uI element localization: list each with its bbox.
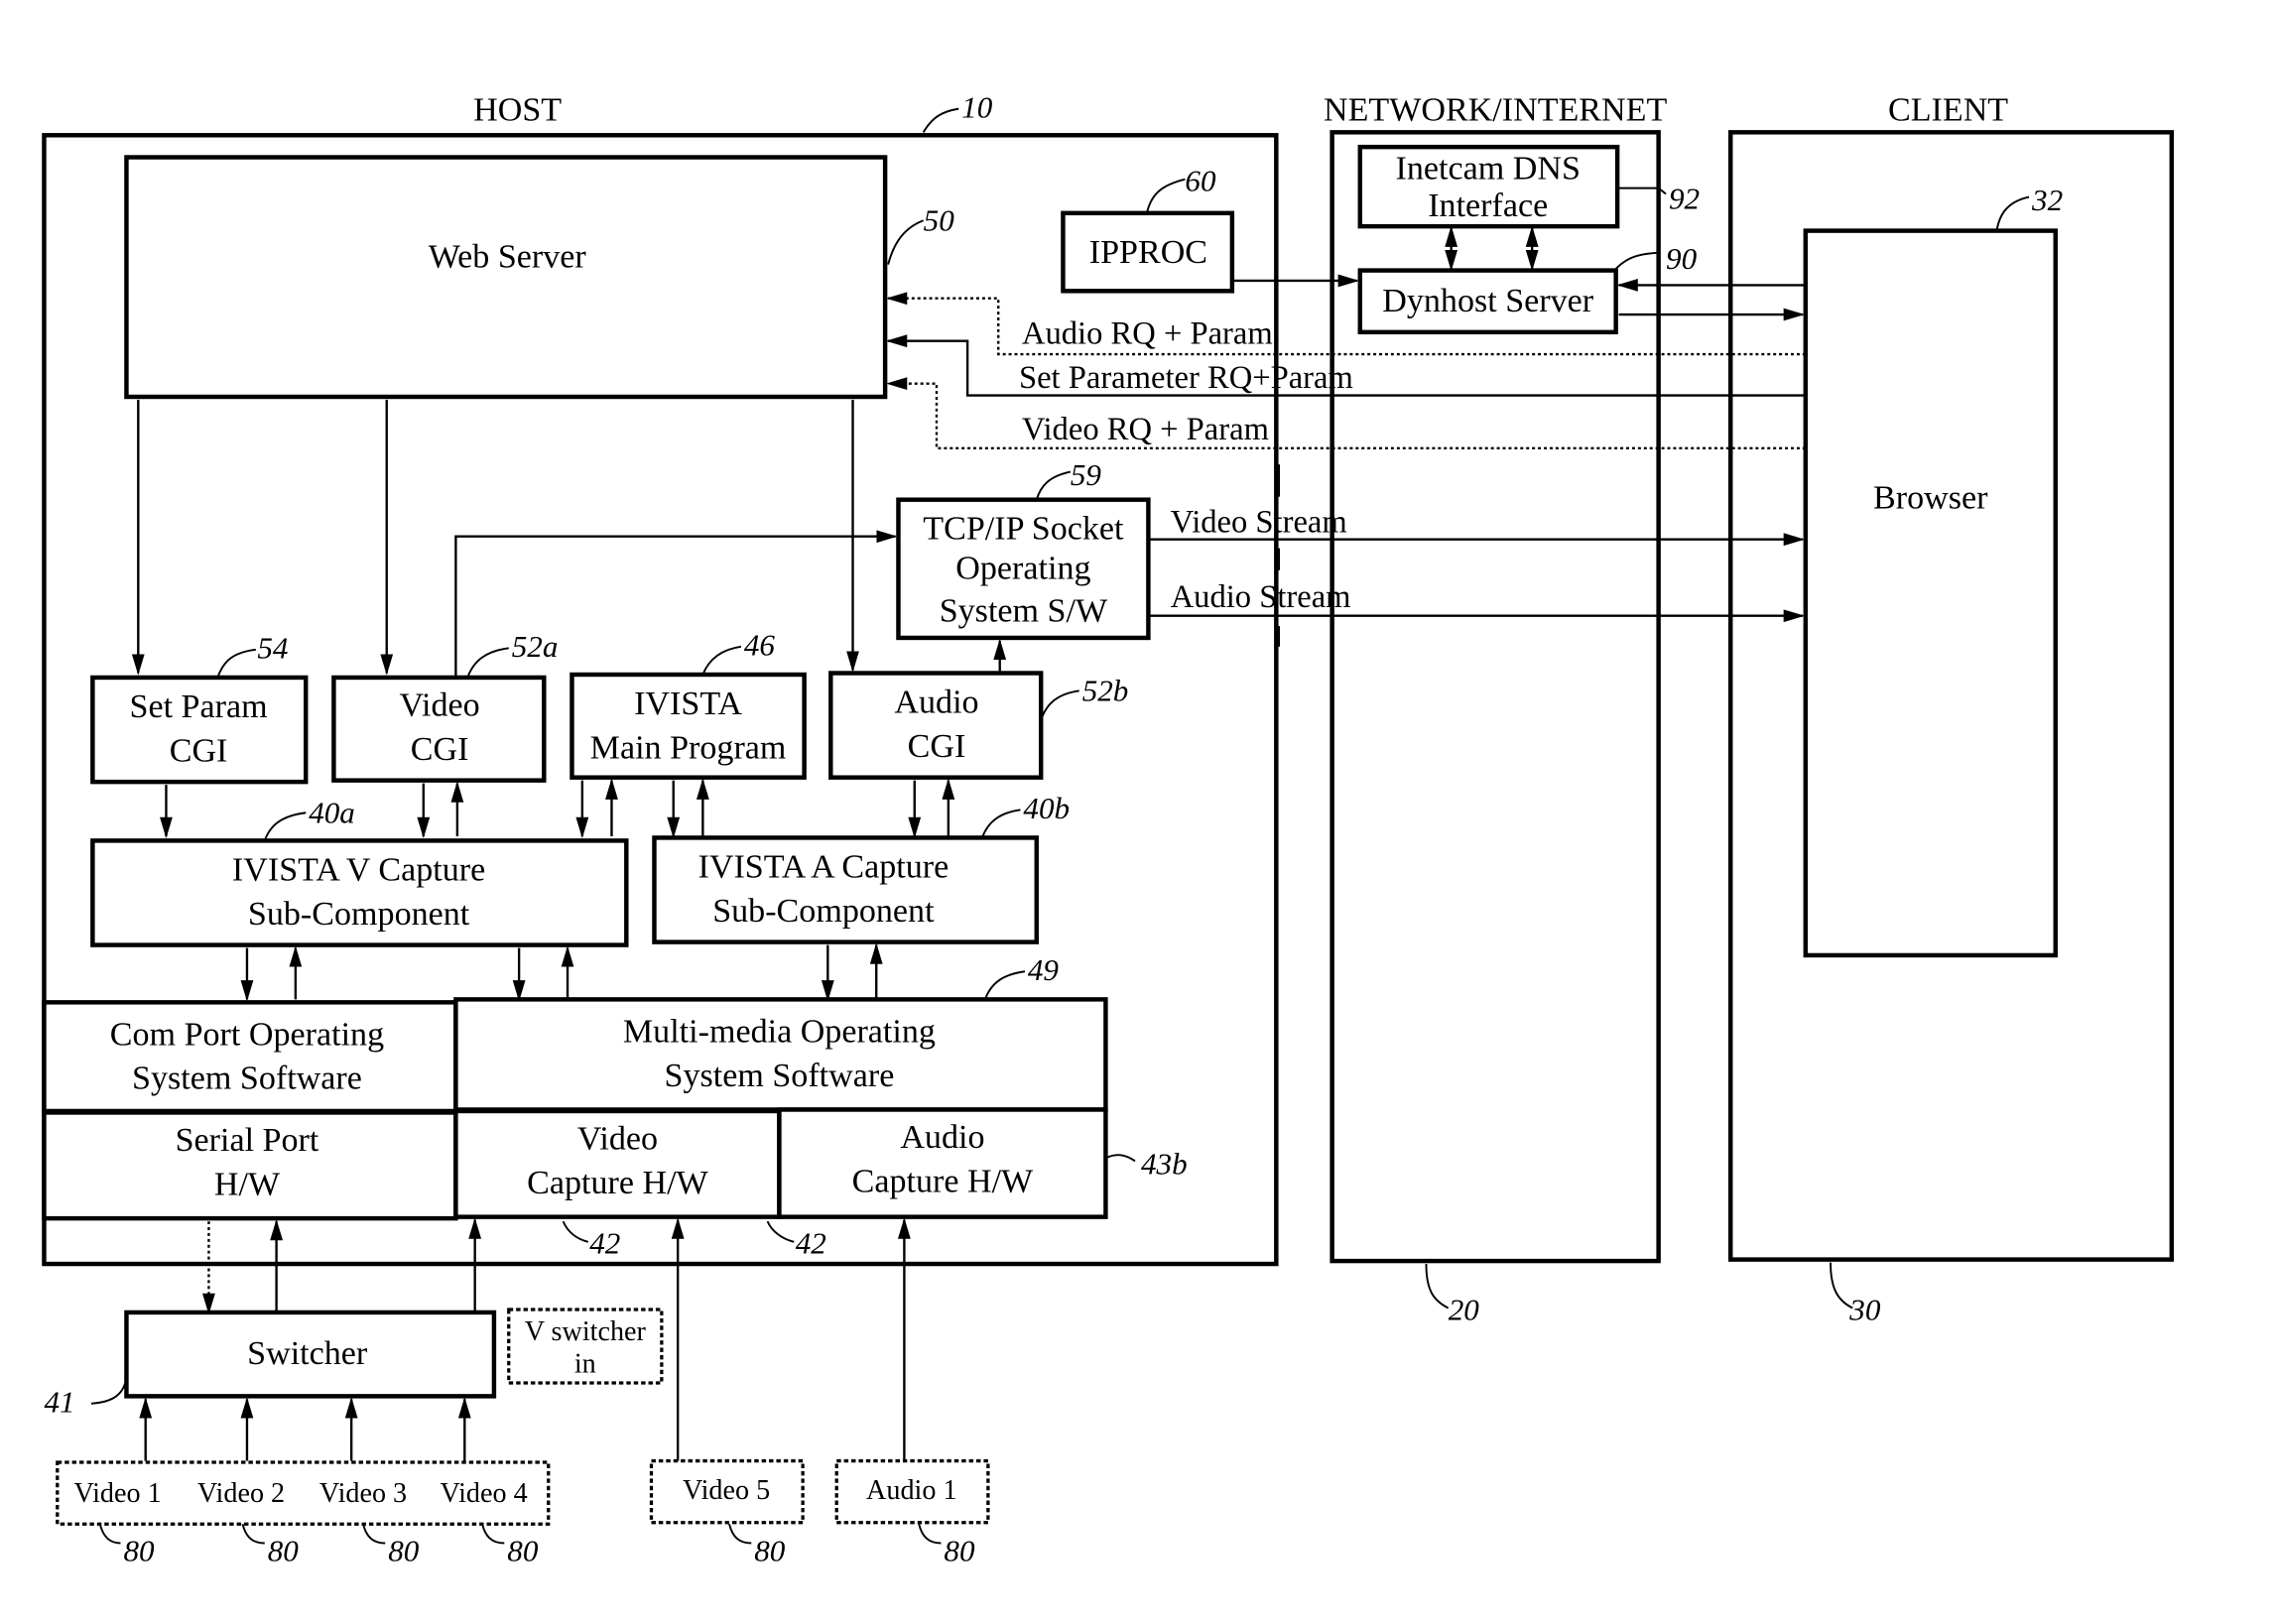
browser-block: Browser 32 — [1803, 183, 2063, 958]
network-title: NETWORK/INTERNET — [1324, 91, 1667, 128]
ivista-a-line2: Sub-Component — [712, 893, 935, 930]
source-ref: 80 — [388, 1533, 420, 1567]
v-switcher-line2: in — [574, 1349, 596, 1380]
serial-port-line2: H/W — [214, 1166, 281, 1202]
dynhost-label: Dynhost Server — [1382, 283, 1594, 319]
switcher-block: Switcher 41 — [44, 1310, 497, 1420]
video5-ref: 80 — [754, 1533, 786, 1567]
ipproc-ref: 60 — [1185, 164, 1216, 198]
set-param-cgi-line2: CGI — [170, 732, 228, 769]
tcpip-ref: 59 — [1071, 457, 1102, 492]
video-rq-label: Video RQ + Param — [1022, 412, 1269, 447]
host-ref: 10 — [961, 90, 993, 125]
ivista-main-line2: Main Program — [590, 729, 787, 766]
audio-cgi-ref: 52b — [1082, 674, 1129, 708]
video-cgi-line1: Video — [399, 687, 479, 723]
ivista-main-ref: 46 — [744, 628, 776, 663]
source-ref: 80 — [268, 1533, 300, 1567]
audio1-source: Audio 1 80 — [834, 1458, 990, 1567]
serial-port-hw-block: Serial Port H/W — [42, 1110, 458, 1221]
video-capture-hw-ref: 42 — [589, 1226, 620, 1261]
set-param-cgi-ref: 54 — [257, 631, 288, 666]
dynhost-ref: 90 — [1666, 241, 1698, 276]
serial-port-line1: Serial Port — [176, 1122, 319, 1159]
multimedia-line1: Multi-media Operating — [623, 1013, 936, 1050]
audio-stream-label: Audio Stream — [1171, 579, 1351, 615]
source-ref: 80 — [507, 1533, 539, 1567]
client-ref: 30 — [1848, 1292, 1881, 1326]
ipproc-label: IPPROC — [1089, 234, 1207, 271]
audio-cgi-line1: Audio — [894, 685, 978, 721]
video-cgi-line2: CGI — [411, 731, 469, 768]
inetcam-dns-line1: Inetcam DNS — [1396, 151, 1581, 187]
source-ref: 80 — [123, 1533, 155, 1567]
audio1-ref: 80 — [944, 1533, 975, 1567]
video5-label: Video 5 — [683, 1475, 770, 1506]
com-port-line2: System Software — [132, 1061, 362, 1097]
audio-rq-label: Audio RQ + Param — [1022, 316, 1273, 352]
switcher-label: Switcher — [247, 1335, 368, 1372]
ivista-v-ref: 40a — [309, 796, 355, 830]
web-server-block: Web Server 50 — [124, 155, 955, 400]
tcpip-line2: Operating — [955, 551, 1090, 587]
web-server-ref: 50 — [924, 203, 955, 238]
audio-capture-hw-line1: Audio — [900, 1119, 984, 1156]
ivista-main-line1: IVISTA — [634, 686, 742, 722]
com-port-os-block: Com Port Operating System Software — [42, 1000, 458, 1114]
web-server-label: Web Server — [429, 239, 587, 276]
video-sources-group: Video 1 Video 2 Video 3 Video 4 80 80 80… — [56, 1460, 551, 1567]
video-stream-label: Video Stream — [1171, 504, 1347, 540]
multimedia-ref: 49 — [1028, 952, 1060, 987]
video-cgi-ref: 52a — [512, 629, 559, 664]
video-source-item: Video 1 — [73, 1478, 161, 1509]
ivista-v-line2: Sub-Component — [248, 896, 470, 933]
audio1-label: Audio 1 — [866, 1475, 956, 1506]
com-port-line1: Com Port Operating — [110, 1016, 384, 1053]
browser-label: Browser — [1873, 480, 1988, 517]
audio-capture-hw-ref: 43b — [1141, 1147, 1188, 1182]
browser-ref: 32 — [2031, 183, 2063, 217]
system-architecture-diagram: HOST NETWORK/INTERNET CLIENT 10 20 30 We… — [42, 90, 2175, 1567]
video5-source: Video 5 80 — [649, 1458, 805, 1567]
multimedia-line2: System Software — [665, 1058, 895, 1094]
audio-cgi-line2: CGI — [908, 728, 966, 765]
v-switcher-in-block: V switcher in — [507, 1308, 664, 1385]
audio-capture-hw-line2: Capture H/W — [852, 1163, 1034, 1199]
inetcam-dns-line2: Interface — [1428, 187, 1548, 224]
audio-capture-hw-ref2: 42 — [796, 1226, 826, 1261]
video-capture-hw-line2: Capture H/W — [527, 1165, 708, 1201]
tcpip-line3: System S/W — [940, 593, 1108, 630]
v-switcher-line1: V switcher — [525, 1316, 647, 1347]
ivista-v-line1: IVISTA V Capture — [232, 851, 485, 888]
set-param-rq-label: Set Parameter RQ+Param — [1019, 360, 1353, 396]
ivista-a-ref: 40b — [1023, 791, 1070, 825]
switcher-ref: 41 — [44, 1385, 74, 1420]
set-param-cgi-line1: Set Param — [130, 688, 268, 725]
video-source-item: Video 2 — [197, 1478, 285, 1509]
ivista-a-line1: IVISTA A Capture — [697, 848, 949, 885]
video-source-item: Video 4 — [440, 1478, 527, 1509]
host-title: HOST — [473, 91, 562, 128]
tcpip-line1: TCP/IP Socket — [923, 511, 1124, 548]
video-source-item: Video 3 — [319, 1478, 407, 1509]
network-ref: 20 — [1449, 1292, 1480, 1326]
video-capture-hw-line1: Video — [577, 1120, 658, 1157]
inetcam-dns-ref: 92 — [1669, 181, 1700, 215]
client-title: CLIENT — [1888, 91, 2008, 128]
